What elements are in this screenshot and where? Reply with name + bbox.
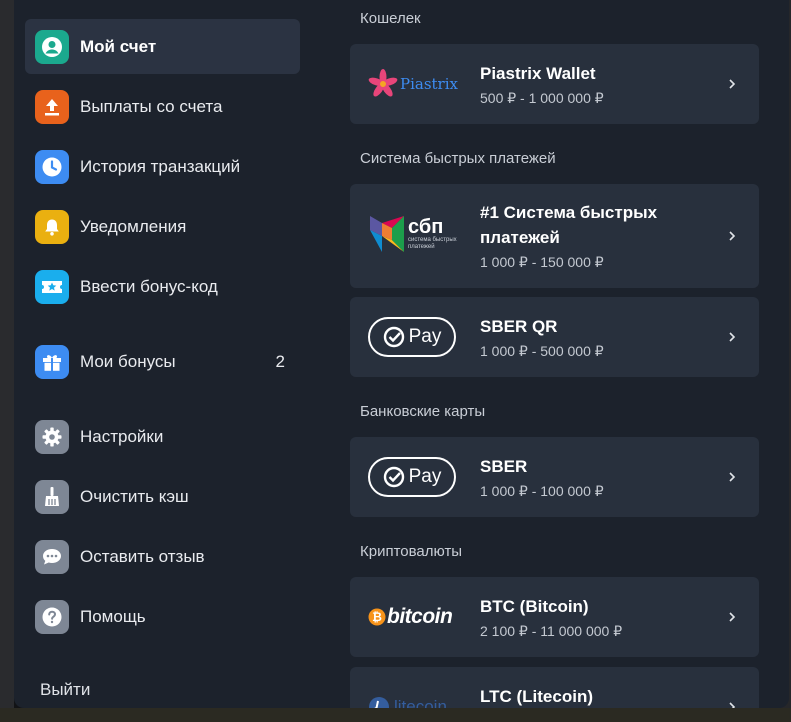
sber-pay-logo: Pay (368, 317, 463, 357)
bitcoin-logo: ₿ bitcoin (368, 597, 463, 637)
card-range: 1 000 ₽ - 500 000 ₽ (480, 343, 604, 359)
chat-bubble-icon (35, 539, 69, 574)
account-modal: Мой счет Выплаты со счета История транза… (14, 0, 789, 708)
ticket-star-icon (35, 269, 69, 304)
sidebar-item-my-bonuses[interactable]: Мои бонусы 2 (25, 334, 300, 389)
sidebar-item-label: Очистить кэш (80, 486, 189, 506)
sidebar-item-help[interactable]: Помощь (25, 589, 300, 644)
svg-text:₿: ₿ (372, 610, 382, 624)
section-title-crypto: Криптовалюты (360, 543, 463, 560)
sidebar-item-label: Мои бонусы (80, 351, 176, 371)
card-title: Piastrix Wallet (480, 64, 596, 83)
payment-card-sber[interactable]: Pay SBER 1 000 ₽ - 100 000 ₽ (350, 437, 759, 517)
sidebar-item-feedback[interactable]: Оставить отзыв (25, 529, 300, 584)
sidebar-item-label: Помощь (80, 606, 146, 626)
card-title: LTC (Litecoin) (480, 687, 593, 706)
payment-card-btc[interactable]: ₿ bitcoin BTC (Bitcoin) 2 100 ₽ - 11 000… (350, 577, 759, 657)
payment-card-sbp[interactable]: сбп система быстрых платежей #1 Система … (350, 184, 759, 288)
gear-icon (35, 419, 69, 454)
broom-icon (35, 479, 69, 514)
payment-card-piastrix[interactable]: Piastrix Piastrix Wallet 500 ₽ - 1 000 0… (350, 44, 759, 124)
sidebar-item-clear-cache[interactable]: Очистить кэш (25, 469, 300, 524)
background-strip-bottom (0, 708, 791, 722)
sidebar-item-bonus-code[interactable]: Ввести бонус-код (25, 259, 300, 314)
card-range: 1 000 ₽ - 150 000 ₽ (480, 254, 604, 270)
payment-card-sber-qr[interactable]: Pay SBER QR 1 000 ₽ - 500 000 ₽ (350, 297, 759, 377)
bell-icon (35, 209, 69, 244)
card-title: SBER (480, 457, 528, 476)
card-range: 500 ₽ - 1 000 000 ₽ (480, 90, 604, 106)
account-sidebar: Мой счет Выплаты со счета История транза… (14, 0, 314, 708)
payment-card-ltc[interactable]: litecoin LTC (Litecoin) (350, 667, 759, 708)
piastrix-logo: Piastrix (368, 64, 463, 104)
sidebar-item-label: Оставить отзыв (80, 546, 205, 566)
section-title-sbp: Система быстрых платежей (360, 150, 556, 167)
card-range: 1 000 ₽ - 100 000 ₽ (480, 483, 604, 499)
sidebar-item-notifications[interactable]: Уведомления (25, 199, 300, 254)
chevron-right-icon (729, 472, 736, 482)
sber-pay-logo: Pay (368, 457, 463, 497)
clock-icon (35, 149, 69, 184)
chevron-right-icon (729, 702, 736, 708)
sidebar-item-my-account[interactable]: Мой счет (25, 19, 300, 74)
section-title-bank-cards: Банковские карты (360, 403, 486, 420)
payment-methods-list: Кошелек Piastrix Piastrix Wallet 500 ₽ -… (350, 0, 760, 708)
question-icon (35, 599, 69, 634)
upload-icon (35, 89, 69, 124)
logout-link[interactable]: Выйти (40, 680, 90, 700)
sidebar-item-label: Ввести бонус-код (80, 276, 218, 296)
card-title: SBER QR (480, 317, 558, 336)
card-title: #1 Система быстрых платежей (480, 203, 658, 247)
sidebar-item-settings[interactable]: Настройки (25, 409, 300, 464)
sidebar-item-withdrawals[interactable]: Выплаты со счета (25, 79, 300, 134)
sidebar-item-transaction-history[interactable]: История транзакций (25, 139, 300, 194)
sidebar-item-label: Настройки (80, 426, 164, 446)
card-range: 2 100 ₽ - 11 000 000 ₽ (480, 623, 623, 639)
sidebar-item-label: История транзакций (80, 156, 241, 176)
background-strip-left (0, 0, 14, 722)
chevron-right-icon (729, 332, 736, 342)
sidebar-item-label: Уведомления (80, 216, 187, 236)
card-title: BTC (Bitcoin) (480, 597, 589, 616)
chevron-right-icon (729, 612, 736, 622)
litecoin-logo: litecoin (368, 687, 463, 708)
bonus-count-badge: 2 (275, 351, 285, 371)
section-title-wallet: Кошелек (360, 10, 421, 27)
sidebar-item-label: Выплаты со счета (80, 96, 223, 116)
chevron-right-icon (729, 231, 736, 241)
chevron-right-icon (729, 79, 736, 89)
user-circle-icon (35, 29, 69, 64)
gift-icon (35, 344, 69, 379)
sbp-logo: сбп система быстрых платежей (368, 214, 463, 254)
sidebar-item-label: Мой счет (80, 36, 157, 56)
